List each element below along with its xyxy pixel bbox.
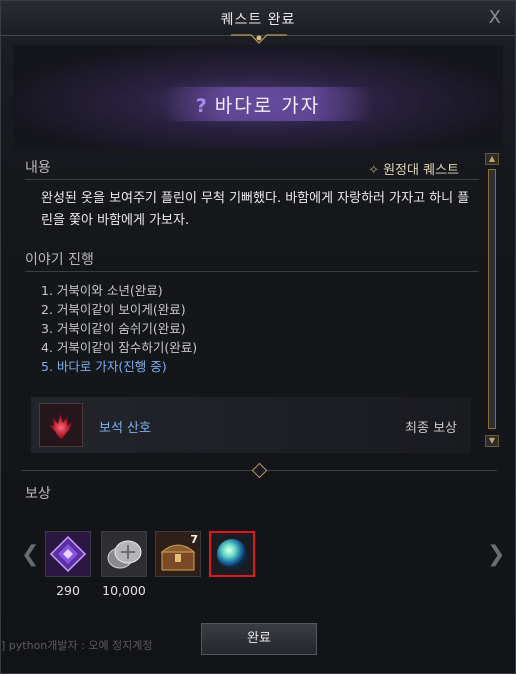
expedition-icon: ✧ [368,163,380,178]
complete-button[interactable]: 완료 [201,623,317,655]
window-title: 퀘스트 완료 [220,12,296,28]
reward-quantity: 290 [56,583,80,598]
rewards-prev-arrow[interactable]: ❮ [21,542,39,567]
final-reward-label: 최종 보상 [405,421,457,436]
title-ornament [231,34,287,44]
chat-message: ] python개발자 : 오예 정지계정 [1,639,153,652]
final-reward-row[interactable]: 보석 산호 최종 보상 [31,397,471,453]
quest-title: ? 바다로 가자 [13,91,503,118]
rewards-next-arrow[interactable]: ❯ [487,542,505,567]
quest-description: 완성된 옷을 보여주기 플린이 무척 기뻐했다. 바함에게 자랑하러 가자고 하… [41,191,470,228]
reward-slot[interactable] [45,531,91,577]
divider-ornament-icon [251,462,268,479]
scroll-up-button[interactable]: ▲ [485,153,499,165]
story-step: 1. 거북이와 소년(완료) [41,283,163,298]
reward-slot[interactable]: 7 [155,531,201,577]
final-reward-name: 보석 산호 [99,421,151,436]
close-button[interactable]: X [489,7,501,28]
content-header: 내용 [25,160,51,176]
blue-orb-icon [211,533,253,575]
scroll-thumb[interactable] [488,169,496,429]
story-header: 이야기 진행 [25,252,94,268]
reward-slot[interactable] [101,531,147,577]
quest-type-label: 원정대 퀘스트 [383,163,459,178]
question-mark-icon: ? [195,95,209,117]
scroll-down-button[interactable]: ▼ [485,435,499,447]
content-divider [25,179,479,180]
purple-crystal-icon [46,532,90,576]
quest-banner: ? 바다로 가자 [13,45,503,149]
story-step: 2. 거북이같이 보이게(완료) [41,302,186,317]
reward-stack-count: 7 [190,533,198,546]
reward-quantity: 10,000 [102,583,146,598]
story-progress-list: 1. 거북이와 소년(완료) 2. 거북이같이 보이게(완료) 3. 거북이같이… [41,281,441,376]
story-step-current: 5. 바다로 가자(진행 중) [41,359,167,374]
story-step: 4. 거북이같이 잠수하기(완료) [41,340,198,355]
scrollbar[interactable]: ▲ ▼ [485,153,499,447]
quest-type: ✧ 원정대 퀘스트 [368,159,459,178]
quest-name: 바다로 가자 [214,95,321,117]
reward-slot-selected[interactable] [209,531,255,577]
story-step: 3. 거북이같이 숨쉬기(완료) [41,321,186,336]
silver-coin-icon [102,532,146,576]
rewards-header: 보상 [25,486,51,502]
coral-gem-icon [39,403,83,447]
quest-complete-window: 퀘스트 완료 X ? 바다로 가자 내용 ✧ 원정대 퀘스트 완성된 옷을 보여주기… [0,0,516,674]
story-divider [25,271,479,272]
